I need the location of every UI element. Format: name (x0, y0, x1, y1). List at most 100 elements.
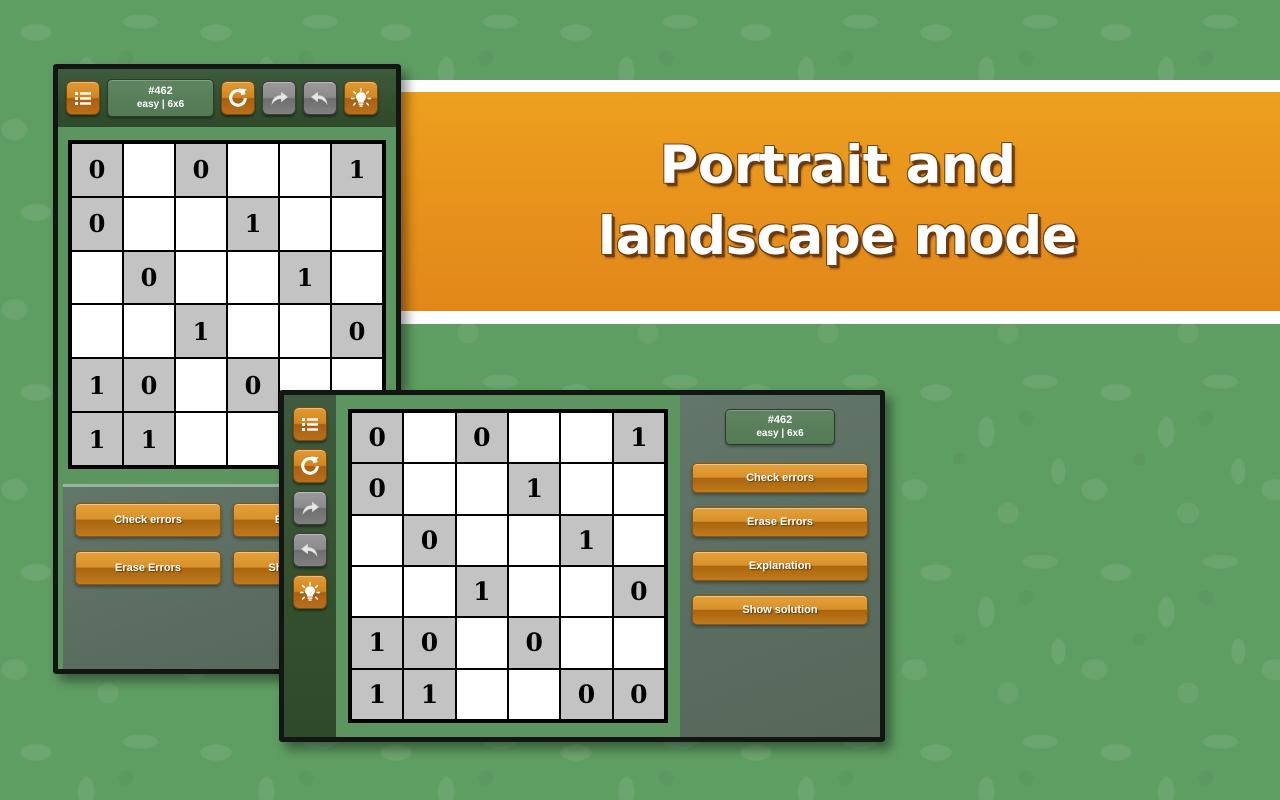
hint-icon[interactable] (344, 81, 378, 115)
grid-cell-r6c1[interactable]: 1 (71, 412, 123, 466)
grid-cell-r2c2[interactable] (123, 196, 175, 251)
puzzle-info-box: #462 easy | 6x6 (107, 79, 214, 117)
landscape-game-window: 0010101101001100 #462 easy | 6x6 Check e… (279, 390, 885, 742)
grid-cell-r4c3[interactable]: 1 (455, 565, 508, 618)
grid-cell-r3c6[interactable] (612, 514, 665, 566)
banner-line-2: landscape mode (597, 205, 1078, 267)
hint-icon[interactable] (293, 575, 327, 609)
grid-cell-r3c2[interactable]: 0 (403, 514, 456, 566)
portrait-toolbar: #462 easy | 6x6 (58, 69, 396, 127)
grid-cell-r1c1[interactable]: 0 (351, 412, 404, 464)
banner-line-1: Portrait and (659, 135, 1016, 197)
restart-icon[interactable] (221, 81, 255, 115)
grid-cell-r5c3[interactable] (175, 358, 227, 413)
grid-cell-r6c1[interactable]: 1 (351, 668, 404, 720)
grid-cell-r4c2[interactable] (403, 565, 456, 618)
grid-cell-r2c5[interactable] (560, 463, 613, 515)
grid-cell-r6c5[interactable]: 0 (560, 668, 613, 720)
menu-icon[interactable] (293, 407, 327, 441)
grid-cell-r2c2[interactable] (403, 463, 456, 515)
grid-cell-r5c1[interactable]: 1 (351, 617, 404, 669)
landscape-puzzle-grid[interactable]: 0010101101001100 (348, 409, 668, 723)
redo-icon[interactable] (262, 81, 296, 115)
erase-errors-button[interactable]: Erase Errors (692, 507, 868, 537)
landscape-toolbar (284, 395, 336, 737)
promo-banner: Portrait and landscape mode (395, 80, 1280, 324)
puzzle-id-label: #462 (148, 84, 173, 97)
grid-cell-r1c3[interactable]: 0 (175, 143, 227, 197)
grid-cell-r1c2[interactable] (403, 412, 456, 464)
grid-cell-r2c1[interactable]: 0 (71, 196, 123, 251)
landscape-button-panel: #462 easy | 6x6 Check errors Erase Error… (680, 395, 880, 737)
redo-icon[interactable] (293, 491, 327, 525)
grid-cell-r3c1[interactable] (71, 250, 123, 305)
grid-cell-r5c4[interactable]: 0 (227, 358, 279, 413)
grid-cell-r3c4[interactable] (227, 250, 279, 305)
grid-cell-r1c6[interactable]: 1 (331, 143, 383, 197)
grid-cell-r5c1[interactable]: 1 (71, 358, 123, 413)
grid-cell-r6c3[interactable] (175, 412, 227, 466)
grid-cell-r4c3[interactable]: 1 (175, 304, 227, 359)
grid-cell-r5c2[interactable]: 0 (123, 358, 175, 413)
grid-cell-r3c1[interactable] (351, 514, 404, 566)
grid-cell-r1c1[interactable]: 0 (71, 143, 123, 197)
puzzle-subtitle-label: easy | 6x6 (756, 427, 804, 439)
grid-cell-r1c6[interactable]: 1 (612, 412, 665, 464)
grid-cell-r5c4[interactable]: 0 (507, 617, 561, 669)
show-solution-button[interactable]: Show solution (692, 595, 868, 625)
grid-cell-r6c4[interactable] (507, 668, 561, 720)
grid-cell-r2c6[interactable] (612, 463, 665, 515)
undo-icon[interactable] (303, 81, 337, 115)
restart-icon[interactable] (293, 449, 327, 483)
puzzle-subtitle-label: easy | 6x6 (136, 98, 185, 110)
grid-cell-r2c3[interactable] (175, 196, 227, 251)
grid-cell-r3c3[interactable] (455, 514, 508, 566)
grid-cell-r2c4[interactable]: 1 (507, 463, 561, 515)
banner-body: Portrait and landscape mode (395, 92, 1280, 311)
grid-cell-r5c6[interactable] (612, 617, 665, 669)
grid-cell-r2c5[interactable] (279, 196, 331, 251)
grid-cell-r4c6[interactable]: 0 (612, 565, 665, 618)
grid-cell-r4c2[interactable] (123, 304, 175, 359)
grid-cell-r2c6[interactable] (331, 196, 383, 251)
grid-cell-r3c6[interactable] (331, 250, 383, 305)
grid-cell-r3c5[interactable]: 1 (560, 514, 613, 566)
grid-cell-r1c3[interactable]: 0 (455, 412, 508, 464)
grid-cell-r1c4[interactable] (227, 143, 279, 197)
grid-cell-r4c4[interactable] (507, 565, 561, 618)
explanation-button[interactable]: Explanation (692, 551, 868, 581)
grid-cell-r2c3[interactable] (455, 463, 508, 515)
grid-cell-r6c2[interactable]: 1 (403, 668, 456, 720)
grid-cell-r3c2[interactable]: 0 (123, 250, 175, 305)
grid-cell-r2c1[interactable]: 0 (351, 463, 404, 515)
erase-errors-button[interactable]: Erase Errors (75, 551, 221, 585)
grid-cell-r6c4[interactable] (227, 412, 279, 466)
grid-cell-r1c5[interactable] (560, 412, 613, 464)
grid-cell-r3c4[interactable] (507, 514, 561, 566)
puzzle-info-box: #462 easy | 6x6 (725, 409, 835, 445)
grid-cell-r4c1[interactable] (71, 304, 123, 359)
banner-bottom-stripe (395, 311, 1280, 324)
grid-cell-r1c4[interactable] (507, 412, 561, 464)
menu-icon[interactable] (66, 81, 100, 115)
grid-cell-r5c3[interactable] (455, 617, 508, 669)
grid-cell-r4c6[interactable]: 0 (331, 304, 383, 359)
check-errors-button[interactable]: Check errors (75, 503, 221, 537)
grid-cell-r3c3[interactable] (175, 250, 227, 305)
grid-cell-r5c5[interactable] (560, 617, 613, 669)
grid-cell-r4c5[interactable] (560, 565, 613, 618)
check-errors-button[interactable]: Check errors (692, 463, 868, 493)
grid-cell-r2c4[interactable]: 1 (227, 196, 279, 251)
grid-cell-r1c2[interactable] (123, 143, 175, 197)
grid-cell-r4c4[interactable] (227, 304, 279, 359)
grid-cell-r6c6[interactable]: 0 (612, 668, 665, 720)
grid-cell-r6c2[interactable]: 1 (123, 412, 175, 466)
grid-cell-r5c2[interactable]: 0 (403, 617, 456, 669)
landscape-grid-area: 0010101101001100 (336, 395, 680, 737)
grid-cell-r1c5[interactable] (279, 143, 331, 197)
grid-cell-r4c1[interactable] (351, 565, 404, 618)
grid-cell-r6c3[interactable] (455, 668, 508, 720)
grid-cell-r3c5[interactable]: 1 (279, 250, 331, 305)
grid-cell-r4c5[interactable] (279, 304, 331, 359)
undo-icon[interactable] (293, 533, 327, 567)
